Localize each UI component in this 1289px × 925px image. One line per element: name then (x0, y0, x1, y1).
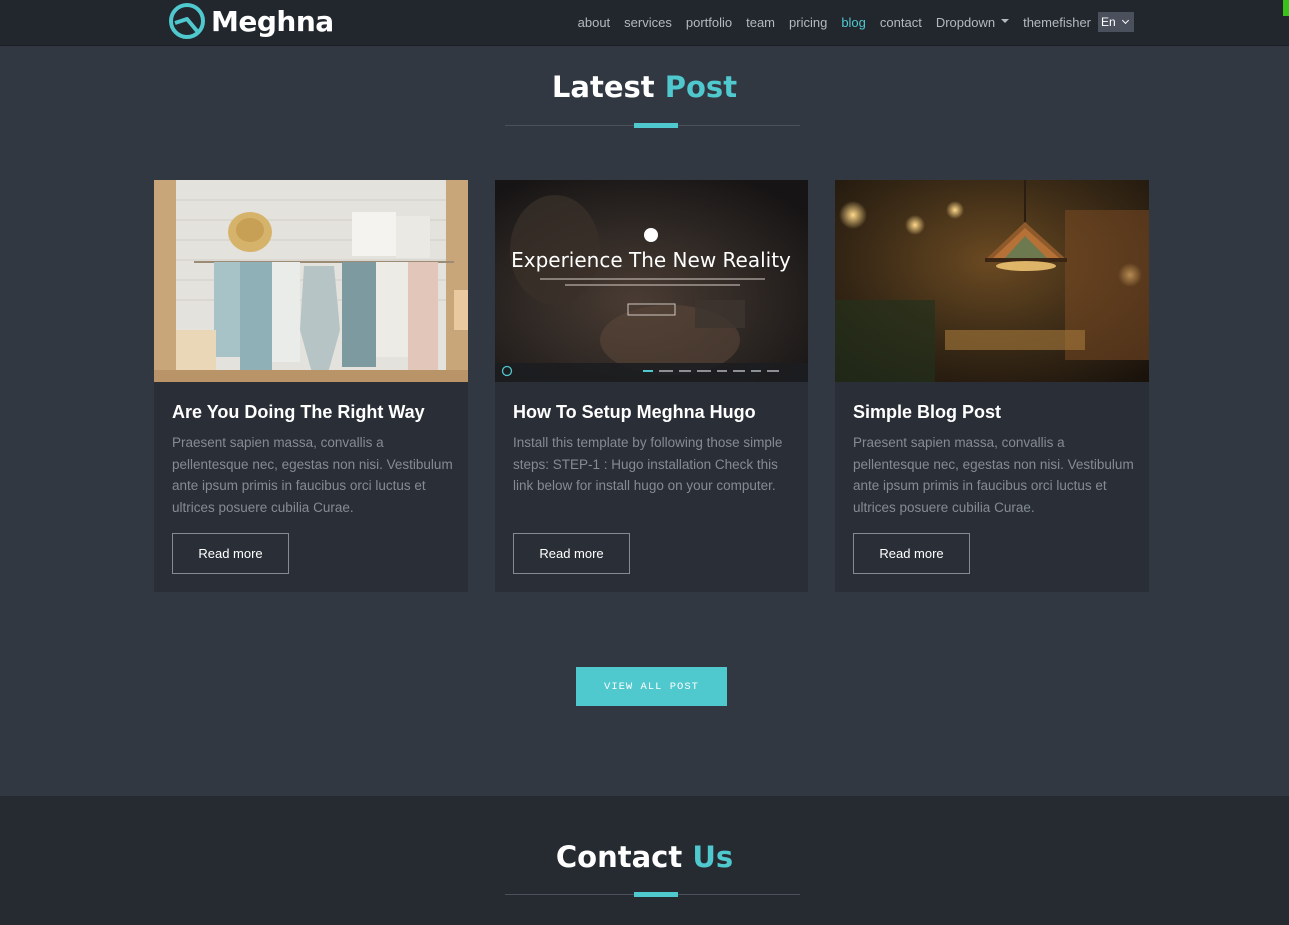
post-excerpt: Praesent sapien massa, convallis a pelle… (172, 435, 453, 516)
section-title-main: Contact (555, 840, 683, 874)
brand-name: Meghna (211, 4, 334, 38)
post-image-clothes-rack[interactable] (154, 180, 468, 382)
blog-card: Experience The New Reality How To Setup … (495, 180, 808, 592)
section-accent-bar (634, 892, 678, 897)
nav-services[interactable]: services (624, 15, 672, 30)
post-excerpt: Install this template by following those… (513, 435, 783, 494)
section-title-contact: Contact Us (0, 840, 1289, 874)
read-more-button[interactable]: Read more (853, 533, 970, 574)
read-more-button[interactable]: Read more (513, 533, 630, 574)
theme-preview-image: Experience The New Reality (495, 180, 808, 382)
post-excerpt: Praesent sapien massa, convallis a pelle… (853, 435, 1134, 516)
section-title-main: Latest (551, 70, 655, 104)
nav-team[interactable]: team (746, 15, 775, 30)
read-more-button[interactable]: Read more (172, 533, 289, 574)
chevron-down-icon (1121, 16, 1129, 24)
section-title-accent: Us (692, 840, 734, 874)
caret-down-icon (1001, 19, 1010, 24)
section-title-latest-post: Latest Post (0, 70, 1289, 104)
nav-pricing[interactable]: pricing (789, 15, 827, 30)
navbar: Meghna about services portfolio team pri… (0, 0, 1289, 46)
section-accent-bar (634, 123, 678, 128)
language-value: En (1101, 15, 1116, 29)
nav-about[interactable]: about (578, 15, 611, 30)
blog-card: Simple Blog Post Praesent sapien massa, … (835, 180, 1149, 592)
brand-logo[interactable]: Meghna (168, 2, 334, 40)
nav-contact[interactable]: contact (880, 15, 922, 30)
corner-indicator (1283, 0, 1289, 16)
nav-dropdown-label: Dropdown (935, 14, 996, 30)
section-title-accent: Post (664, 70, 738, 104)
nav-themefisher[interactable]: themefisher (1023, 15, 1091, 30)
logo-icon (169, 3, 205, 39)
post-image-cafe-lamp[interactable] (835, 180, 1149, 382)
post-title[interactable]: How To Setup Meghna Hugo (513, 402, 756, 423)
post-title[interactable]: Simple Blog Post (853, 402, 1001, 423)
nav-dropdown[interactable]: Dropdown (935, 14, 1010, 30)
blog-card: Are You Doing The Right Way Praesent sap… (154, 180, 468, 592)
nav-blog[interactable]: blog (841, 15, 866, 30)
main-nav: about services portfolio team pricing bl… (564, 12, 1134, 32)
view-all-posts-button[interactable]: VIEW ALL POST (576, 667, 727, 706)
clothes-rack-image (154, 180, 468, 382)
nav-portfolio[interactable]: portfolio (686, 15, 732, 30)
preview-headline: Experience The New Reality (511, 248, 791, 272)
post-title[interactable]: Are You Doing The Right Way (172, 402, 425, 423)
cafe-lamp-image (835, 180, 1149, 382)
language-select[interactable]: En (1098, 12, 1134, 32)
post-image-theme-preview[interactable]: Experience The New Reality (495, 180, 808, 382)
